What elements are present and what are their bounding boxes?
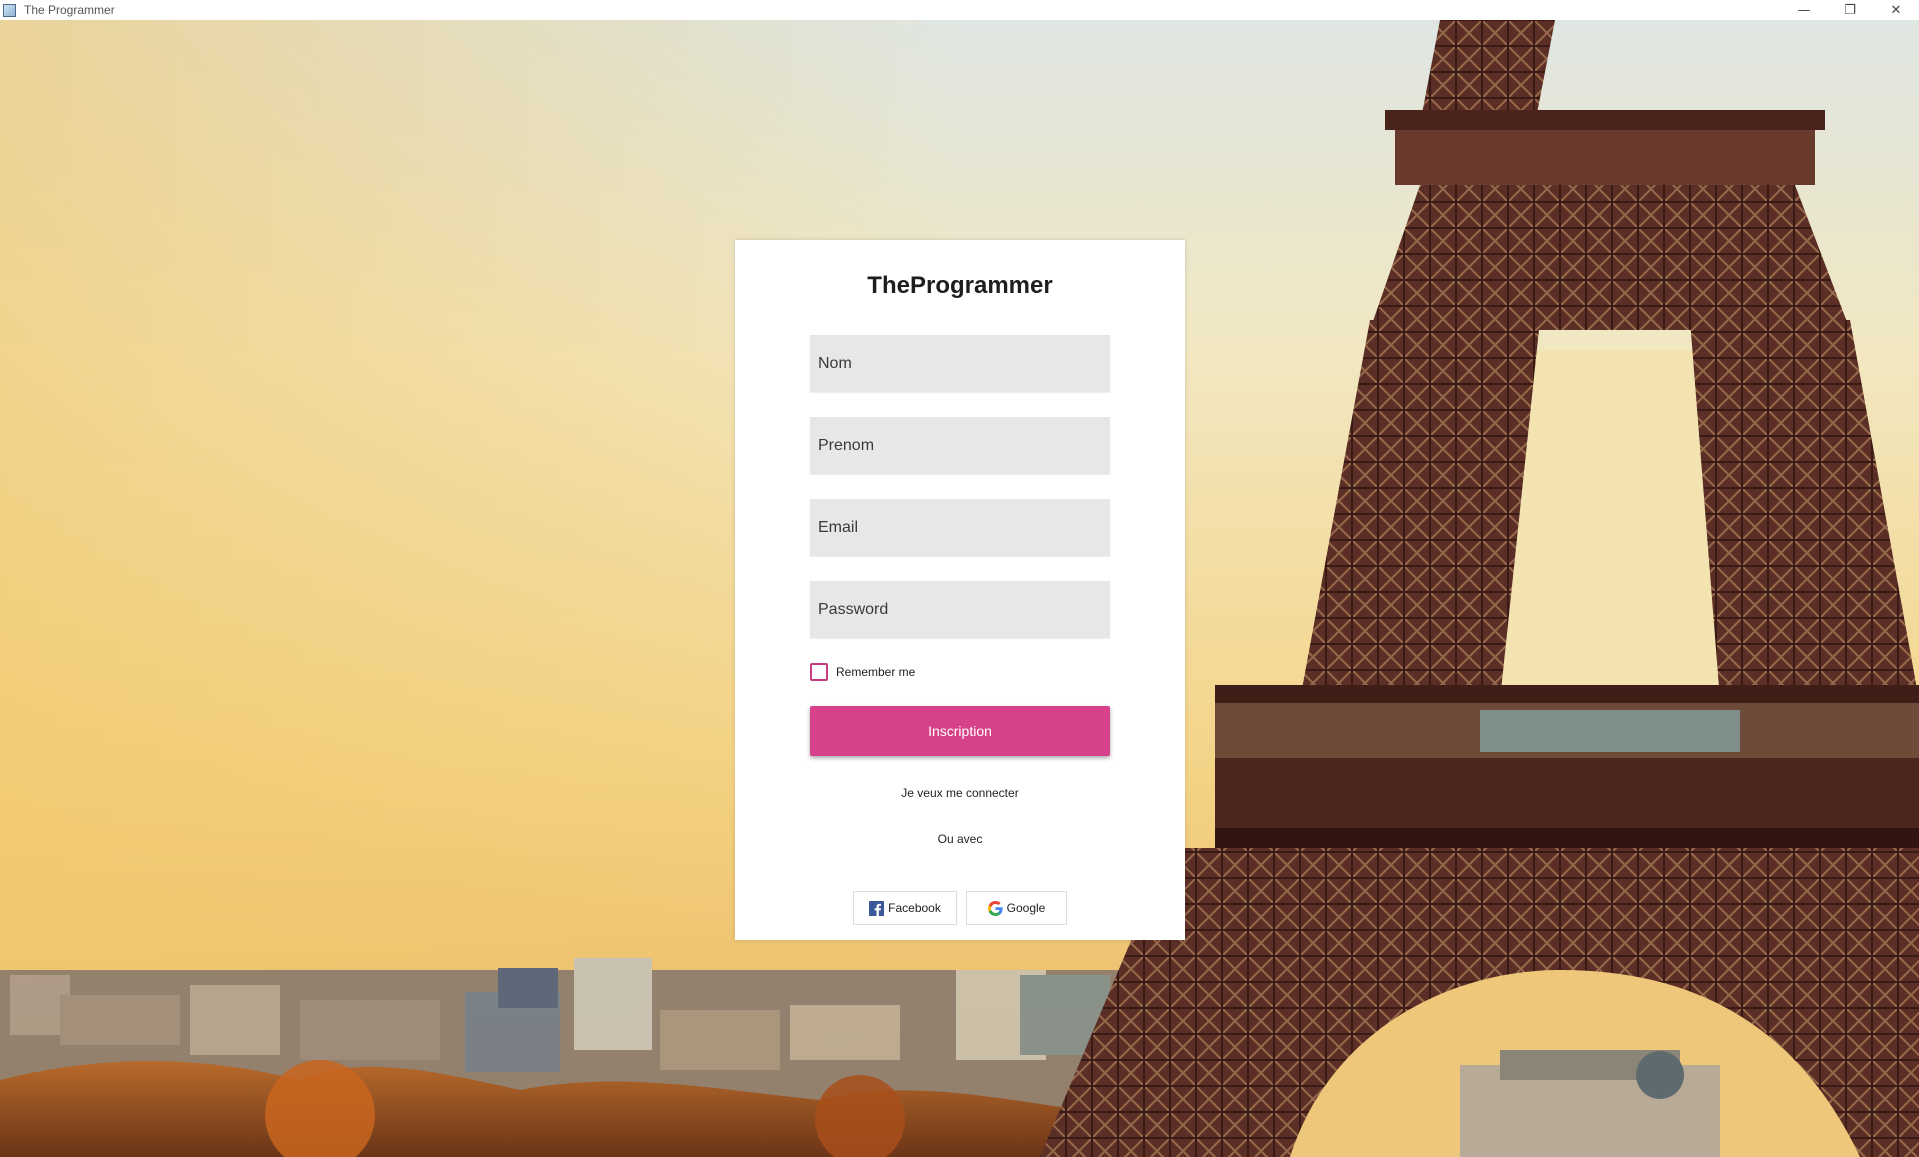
- minimize-icon[interactable]: —: [1781, 0, 1827, 20]
- google-label: Google: [1006, 901, 1046, 915]
- registration-card: TheProgrammer Remember me Inscription Je…: [735, 240, 1185, 940]
- google-button[interactable]: Google: [966, 891, 1067, 925]
- window-controls: — ❐ ✕: [1781, 0, 1919, 20]
- facebook-button[interactable]: Facebook: [853, 891, 957, 925]
- brand-title: TheProgrammer: [867, 272, 1053, 299]
- or-with-label: Ou avec: [937, 832, 983, 846]
- inscription-button[interactable]: Inscription: [810, 706, 1110, 756]
- facebook-icon: [869, 900, 885, 916]
- app-icon: [3, 3, 16, 17]
- google-icon: [987, 900, 1003, 916]
- email-input[interactable]: [810, 499, 1110, 556]
- login-link[interactable]: Je veux me connecter: [735, 786, 1185, 800]
- app-window: The Programmer — ❐ ✕ TheProgrammer Nom P…: [0, 0, 1919, 1157]
- nom-input[interactable]: [810, 335, 1110, 392]
- password-input[interactable]: [810, 581, 1110, 638]
- restore-icon[interactable]: ❐: [1827, 0, 1873, 20]
- title-bar: The Programmer — ❐ ✕: [0, 0, 1919, 20]
- remember-me-label: Remember me: [836, 665, 916, 679]
- prenom-input[interactable]: [810, 417, 1110, 474]
- remember-me-checkbox[interactable]: [810, 663, 828, 681]
- close-icon[interactable]: ✕: [1873, 0, 1919, 20]
- remember-me-row[interactable]: Remember me: [810, 663, 915, 681]
- window-title: The Programmer: [24, 3, 115, 17]
- facebook-label: Facebook: [888, 901, 941, 915]
